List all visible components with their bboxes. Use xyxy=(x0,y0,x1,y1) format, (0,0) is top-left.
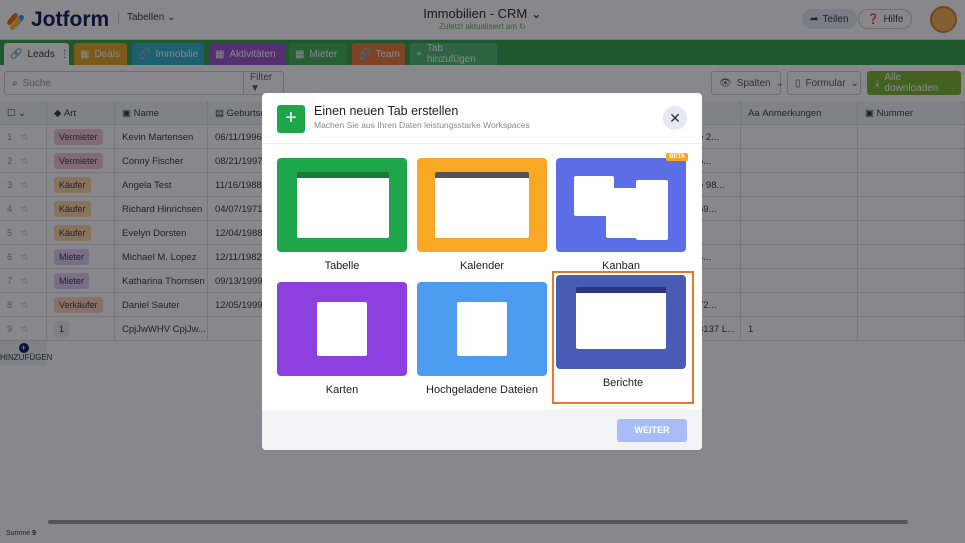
option-hochgeladene-dateien[interactable]: Hochgeladene Dateien xyxy=(417,282,547,396)
option-tabelle[interactable]: Tabelle xyxy=(277,158,407,272)
option-karten[interactable]: Karten xyxy=(277,282,407,396)
modal-title: Einen neuen Tab erstellen xyxy=(314,104,459,118)
beta-badge: BETA xyxy=(666,153,688,161)
option-kalender[interactable]: Kalender xyxy=(417,158,547,272)
create-tab-modal: + Einen neuen Tab erstellen Machen Sie a… xyxy=(262,93,702,450)
modal-footer: WEITER xyxy=(262,410,702,450)
close-button[interactable]: ✕ xyxy=(663,106,687,130)
plus-icon: + xyxy=(277,105,305,133)
option-berichte-selected[interactable]: Berichte xyxy=(552,271,694,404)
next-button[interactable]: WEITER xyxy=(617,419,687,442)
modal-subtitle: Machen Sie aus Ihren Daten leistungsstar… xyxy=(314,120,530,130)
option-kanban[interactable]: BETA Kanban xyxy=(556,153,688,272)
